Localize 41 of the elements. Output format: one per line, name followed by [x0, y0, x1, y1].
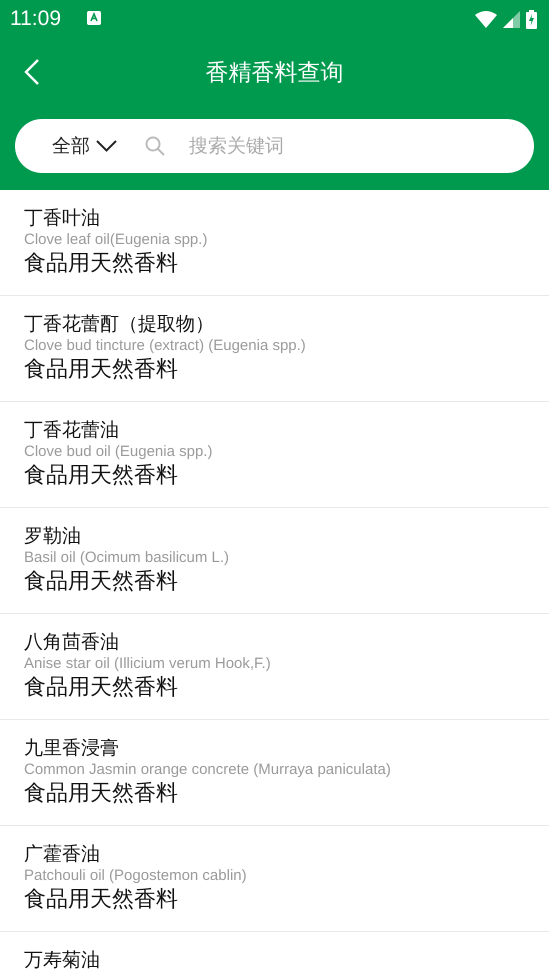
list-item[interactable]: 罗勒油 Basil oil (Ocimum basilicum L.) 食品用天然香料	[0, 508, 549, 614]
item-english-name: Clove bud tincture (extract) (Eugenia spp.)	[24, 336, 307, 356]
item-english-name: Basil oil (Ocimum basilicum L.)	[24, 548, 230, 568]
search-bar[interactable]: 全部 搜索关键词	[15, 119, 534, 173]
item-english-name: Clove bud oil (Eugenia spp.)	[24, 442, 214, 462]
item-name: 九里香浸膏	[24, 736, 120, 760]
item-category: 食品用天然香料	[24, 674, 179, 702]
list-item[interactable]: 丁香花蕾酊（提取物） Clove bud tincture (extract) (Eugenia spp.) 食品用天然香料	[0, 296, 549, 402]
item-name: 罗勒油	[24, 524, 82, 548]
item-name: 丁香花蕾酊（提取物）	[24, 312, 215, 336]
item-english-name: Patchouli oil (Pogostemon cablin)	[24, 866, 248, 886]
list-item[interactable]: 广藿香油 Patchouli oil (Pogostemon cablin) 食品用天然香料	[0, 826, 549, 932]
item-name: 八角茴香油	[24, 630, 120, 654]
search-icon	[145, 136, 165, 156]
back-icon[interactable]	[24, 58, 40, 86]
status-time: 11:09	[10, 7, 61, 31]
item-category: 食品用天然香料	[24, 356, 179, 384]
signal-icon	[503, 10, 520, 28]
category-dropdown[interactable]: 全部	[52, 133, 117, 159]
list-item[interactable]: 丁香叶油 Clove leaf oil(Eugenia spp.) 食品用天然香料	[0, 190, 549, 296]
battery-charging-icon	[526, 10, 537, 28]
item-name: 丁香叶油	[24, 206, 101, 230]
notification-icon	[87, 11, 101, 25]
item-name: 丁香花蕾油	[24, 418, 120, 442]
item-category: 食品用天然香料	[24, 462, 179, 490]
list-item[interactable]: 九里香浸膏 Common Jasmin orange concrete (Murraya paniculata) 食品用天然香料	[0, 720, 549, 826]
list-item[interactable]: 万寿菊油	[0, 932, 549, 977]
page-title: 香精香料查询	[206, 58, 344, 88]
list-item[interactable]: 丁香花蕾油 Clove bud oil (Eugenia spp.) 食品用天然香料	[0, 402, 549, 508]
item-english-name: Anise star oil (Illicium verum Hook,F.)	[24, 654, 272, 674]
list-item[interactable]: 八角茴香油 Anise star oil (Illicium verum Hook,F.) 食品用天然香料	[0, 614, 549, 720]
chevron-down-icon	[96, 140, 117, 152]
item-name: 万寿菊油	[24, 948, 101, 972]
item-english-name: Common Jasmin orange concrete (Murraya paniculata)	[24, 760, 392, 780]
item-name: 广藿香油	[24, 842, 101, 866]
item-category: 食品用天然香料	[24, 886, 179, 914]
wifi-icon	[475, 10, 497, 28]
item-category: 食品用天然香料	[24, 250, 179, 278]
item-english-name: Clove leaf oil(Eugenia spp.)	[24, 230, 208, 250]
item-category: 食品用天然香料	[24, 568, 179, 596]
item-category: 食品用天然香料	[24, 780, 179, 808]
